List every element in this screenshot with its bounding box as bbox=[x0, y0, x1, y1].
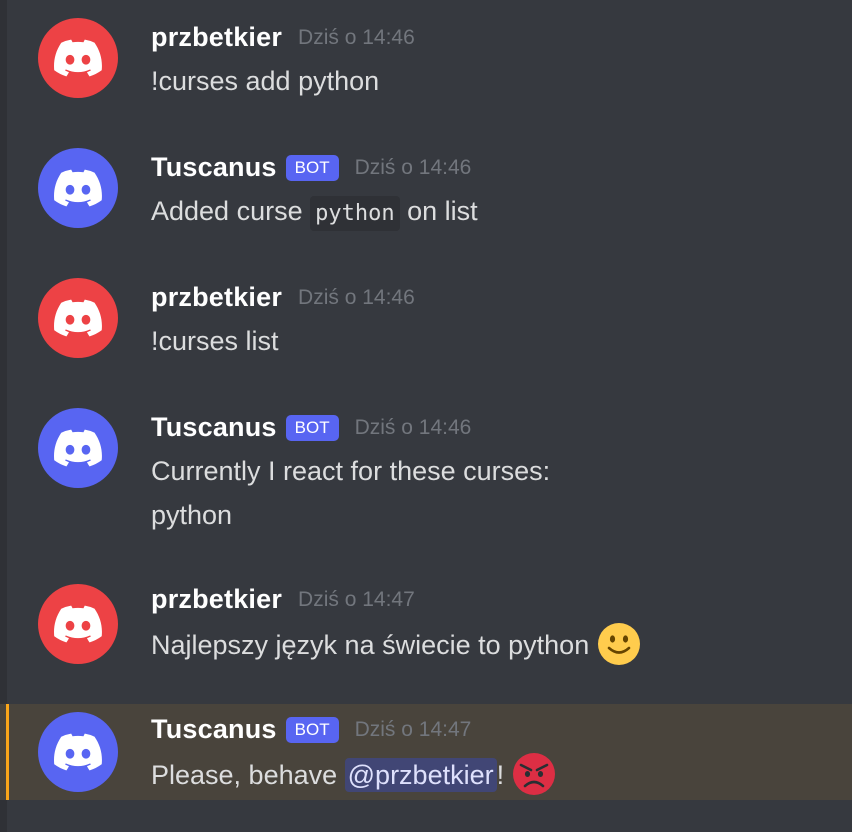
message-text: !curses list bbox=[151, 326, 279, 356]
discord-logo-icon bbox=[54, 169, 102, 207]
avatar[interactable] bbox=[38, 278, 118, 358]
avatar[interactable] bbox=[38, 584, 118, 664]
message-text: ! bbox=[496, 760, 512, 790]
timestamp[interactable]: Dziś o 14:46 bbox=[298, 26, 415, 50]
username[interactable]: przbetkier bbox=[151, 584, 282, 615]
message[interactable]: Tuscanus BOT Dziś o 14:46 Added curse py… bbox=[0, 130, 852, 260]
username[interactable]: przbetkier bbox=[151, 282, 282, 313]
bot-tag: BOT bbox=[285, 414, 339, 441]
message-content: Please, behave @przbetkier! bbox=[151, 752, 556, 799]
bot-tag: BOT bbox=[285, 716, 339, 743]
chat-window: przbetkier Dziś o 14:46 !curses add pyth… bbox=[0, 0, 852, 832]
message-content: Currently I react for these curses: pyth… bbox=[151, 449, 550, 537]
timestamp[interactable]: Dziś o 14:46 bbox=[355, 156, 472, 180]
discord-logo-icon bbox=[54, 605, 102, 643]
message-content: Added curse python on list bbox=[151, 189, 478, 236]
timestamp[interactable]: Dziś o 14:47 bbox=[355, 718, 472, 742]
message-header: Tuscanus BOT Dziś o 14:46 bbox=[151, 152, 471, 183]
message-content: Najlepszy język na świecie to python bbox=[151, 622, 641, 669]
message-text: on list bbox=[399, 196, 478, 226]
message-header: przbetkier Dziś o 14:46 bbox=[151, 282, 415, 313]
discord-logo-icon bbox=[54, 39, 102, 77]
avatar[interactable] bbox=[38, 712, 118, 792]
mention-highlight-bar bbox=[6, 704, 9, 800]
message[interactable]: przbetkier Dziś o 14:47 Najlepszy język … bbox=[0, 564, 852, 704]
message-text-line: Currently I react for these curses: bbox=[151, 456, 551, 486]
slightly-smiling-face-icon[interactable] bbox=[597, 622, 641, 666]
message[interactable]: Tuscanus BOT Dziś o 14:46 Currently I re… bbox=[0, 390, 852, 564]
timestamp[interactable]: Dziś o 14:46 bbox=[355, 416, 472, 440]
message-header: Tuscanus BOT Dziś o 14:46 bbox=[151, 412, 471, 443]
message-content: !curses list bbox=[151, 319, 279, 363]
message-text: Najlepszy język na świecie to python bbox=[151, 630, 597, 660]
message[interactable]: przbetkier Dziś o 14:46 !curses list bbox=[0, 260, 852, 390]
discord-logo-icon bbox=[54, 733, 102, 771]
inline-code: python bbox=[310, 196, 400, 231]
message-header: przbetkier Dziś o 14:47 bbox=[151, 584, 415, 615]
username[interactable]: Tuscanus bbox=[151, 412, 277, 443]
avatar[interactable] bbox=[38, 408, 118, 488]
bot-tag: BOT bbox=[285, 154, 339, 181]
timestamp[interactable]: Dziś o 14:47 bbox=[298, 588, 415, 612]
user-mention[interactable]: @przbetkier bbox=[344, 758, 497, 792]
message-text-line: python bbox=[151, 500, 233, 530]
discord-logo-icon bbox=[54, 429, 102, 467]
message-header: przbetkier Dziś o 14:46 bbox=[151, 22, 415, 53]
username[interactable]: Tuscanus bbox=[151, 152, 277, 183]
message-highlighted[interactable]: Tuscanus BOT Dziś o 14:47 Please, behave… bbox=[0, 704, 852, 800]
avatar[interactable] bbox=[38, 148, 118, 228]
message-text: Please, behave bbox=[151, 760, 345, 790]
message[interactable]: przbetkier Dziś o 14:46 !curses add pyth… bbox=[0, 0, 852, 130]
angry-face-icon[interactable] bbox=[512, 752, 556, 796]
discord-logo-icon bbox=[54, 299, 102, 337]
message-text: Added curse bbox=[151, 196, 311, 226]
message-text: !curses add python bbox=[151, 66, 380, 96]
avatar[interactable] bbox=[38, 18, 118, 98]
timestamp[interactable]: Dziś o 14:46 bbox=[298, 286, 415, 310]
username[interactable]: przbetkier bbox=[151, 22, 282, 53]
message-content: !curses add python bbox=[151, 59, 379, 103]
username[interactable]: Tuscanus bbox=[151, 714, 277, 745]
message-header: Tuscanus BOT Dziś o 14:47 bbox=[151, 714, 471, 745]
